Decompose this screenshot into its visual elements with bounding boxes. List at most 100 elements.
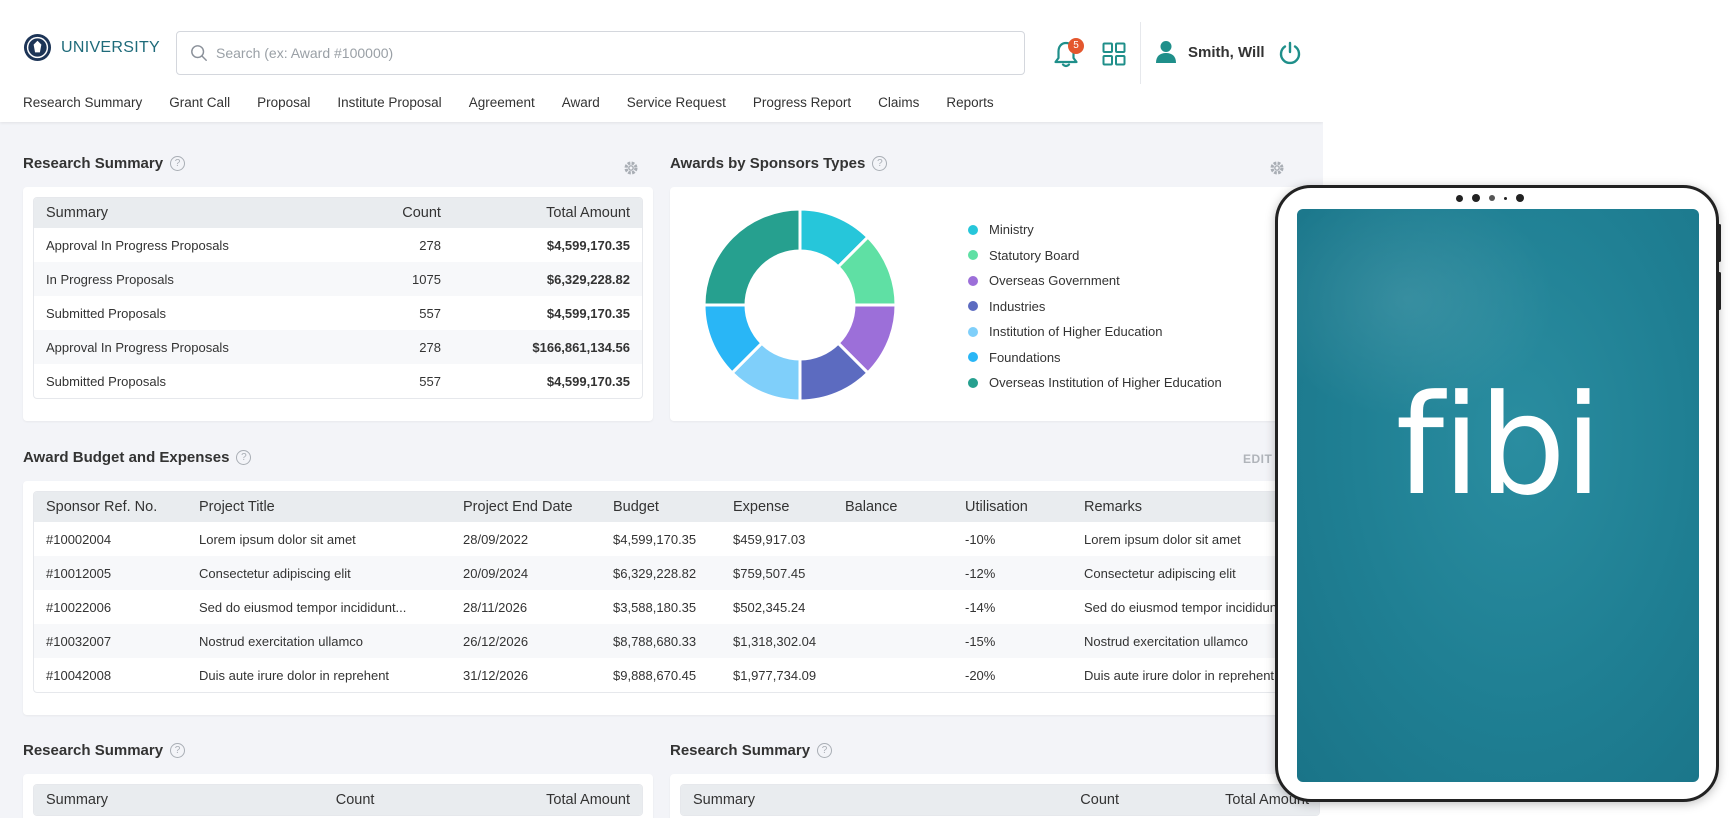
legend-item[interactable]: Overseas Institution of Higher Education [968,370,1222,396]
university-seal-icon [23,33,52,62]
sponsors-donut-chart[interactable] [702,207,898,403]
legend-item[interactable]: Foundations [968,345,1222,371]
legend-dot-1 [968,250,978,261]
nav-institute-proposal[interactable]: Institute Proposal [337,95,441,110]
cell [833,624,953,658]
nav-service-request[interactable]: Service Request [627,95,726,110]
user-name[interactable]: Smith, Will [1188,44,1265,61]
legend-item[interactable]: Statutory Board [968,243,1222,269]
help-icon[interactable]: ? [170,156,186,171]
gear-icon[interactable] [622,159,640,177]
cell: Sed do eiusmod tempor incididunt... [199,599,407,615]
research-summary-table: Summary Count Total Amount Approval In P… [33,197,643,399]
cell: #10022006 [46,599,112,615]
power-icon[interactable] [1278,41,1302,65]
table-row[interactable]: Submitted Proposals 557 $4,599,170.35 [34,296,642,330]
nav-reports[interactable]: Reports [946,95,993,110]
cell: $8,788,680.33 [601,624,721,658]
nav-agreement[interactable]: Agreement [469,95,535,110]
cell-count: 278 [419,237,441,253]
nav-claims[interactable]: Claims [878,95,919,110]
cell-summary: Submitted Proposals [46,373,166,389]
nav-grant-call[interactable]: Grant Call [169,95,230,110]
column-header: Total Amount [452,198,642,228]
legend-dot-5 [968,352,978,363]
cell: $1,318,302.04 [721,624,833,658]
column-header: Total Amount [386,785,642,815]
cell [833,556,953,590]
bottom-left-table: Summary Count Total Amount [33,784,643,816]
column-header: Summary [681,785,1011,815]
gear-icon[interactable] [1268,159,1286,177]
table-row[interactable]: #10042008 Duis aute irure dolor in repreh… [34,658,1323,692]
cell: 31/12/2026 [463,667,529,683]
column-header: Summary [34,785,238,815]
nav-award[interactable]: Award [562,95,600,110]
cell: 20/09/2024 [451,556,601,590]
legend-item[interactable]: Institution of Higher Education [968,319,1222,345]
cell-count: 278 [355,330,453,364]
legend-item[interactable]: Industries [968,294,1222,320]
cell: $502,345.24 [733,599,806,615]
help-icon[interactable]: ? [170,743,186,758]
table-row[interactable]: Approval In Progress Proposals 278 $4,599,… [34,228,642,262]
apps-grid-icon[interactable] [1102,42,1126,66]
cell: $759,507.45 [721,556,833,590]
tablet-screen: fibi [1297,209,1699,782]
cell: -10% [965,531,996,547]
column-header: Summary [34,198,356,228]
column-header: Expense [721,492,833,522]
donut-slice-overseas-institution-of-higher-education[interactable] [702,207,802,307]
bottom-right-title: Research Summary ? [670,742,833,759]
nav-progress-report[interactable]: Progress Report [753,95,851,110]
table-row[interactable]: #10012005 Consectetur adipiscing elit 20/0… [34,556,1323,590]
cell-summary: Approval In Progress Proposals [46,237,229,253]
cell-amount: $4,599,170.35 [546,237,630,253]
help-icon[interactable]: ? [872,156,888,171]
cell-amount: $166,861,134.56 [452,330,642,364]
brand-name: UNIVERSITY [61,38,161,56]
budget-table: Sponsor Ref. No. Project Title Project E… [33,491,1323,693]
help-icon[interactable]: ? [236,450,252,465]
table-row[interactable]: #10022006 Sed do eiusmod tempor incididun… [34,590,1323,624]
nav-research-summary[interactable]: Research Summary [23,95,142,110]
cell: 28/09/2022 [463,531,529,547]
cell [833,590,953,624]
table-row[interactable]: #10002004 Lorem ipsum dolor sit amet 28/09… [34,522,1323,556]
cell [833,522,953,556]
table-row[interactable]: In Progress Proposals 1075 $6,329,228.82 [34,262,642,296]
search-bar[interactable] [176,31,1025,75]
legend-item[interactable]: Ministry [968,217,1222,243]
cell-count: 1075 [355,262,453,296]
bottom-left-card: Summary Count Total Amount [23,774,653,818]
user-icon[interactable] [1155,40,1177,64]
cell: #10042008 [46,667,112,683]
cell: Nostrud exercitation ullamco [187,624,451,658]
table-row[interactable]: #10032007 Nostrud exercitation ullamco 26/… [34,624,1323,658]
legend-item[interactable]: Overseas Government [968,268,1222,294]
cell: 26/12/2026 [451,624,601,658]
cell-count: 557 [419,373,441,389]
table-row[interactable]: Submitted Proposals 557 $4,599,170.35 [34,364,642,398]
cell-summary: Submitted Proposals [46,305,166,321]
tablet-device: fibi [1275,185,1721,802]
column-header: Sponsor Ref. No. [34,492,187,522]
cell: -20% [965,667,996,683]
cell [833,658,953,692]
column-header: Balance [833,492,953,522]
legend-dot-6 [968,377,978,388]
legend-dot-3 [968,301,978,312]
cell: $1,977,734.09 [733,667,817,683]
sponsors-card: Ministry Statutory Board Overseas Govern… [670,187,1323,421]
table-row[interactable]: Approval In Progress Proposals 278 $166,86… [34,330,642,364]
help-icon[interactable]: ? [817,743,833,758]
cell: #10012005 [34,556,187,590]
edit-button[interactable]: EDIT [1243,452,1272,466]
nav-proposal[interactable]: Proposal [257,95,310,110]
cell: 28/11/2026 [463,599,528,615]
cell-amount: $6,329,228.82 [452,262,642,296]
search-input[interactable] [216,45,996,61]
brand[interactable]: UNIVERSITY [23,33,160,62]
cell-count: 557 [419,305,441,321]
budget-title: Award Budget and Expenses ? [23,449,252,466]
